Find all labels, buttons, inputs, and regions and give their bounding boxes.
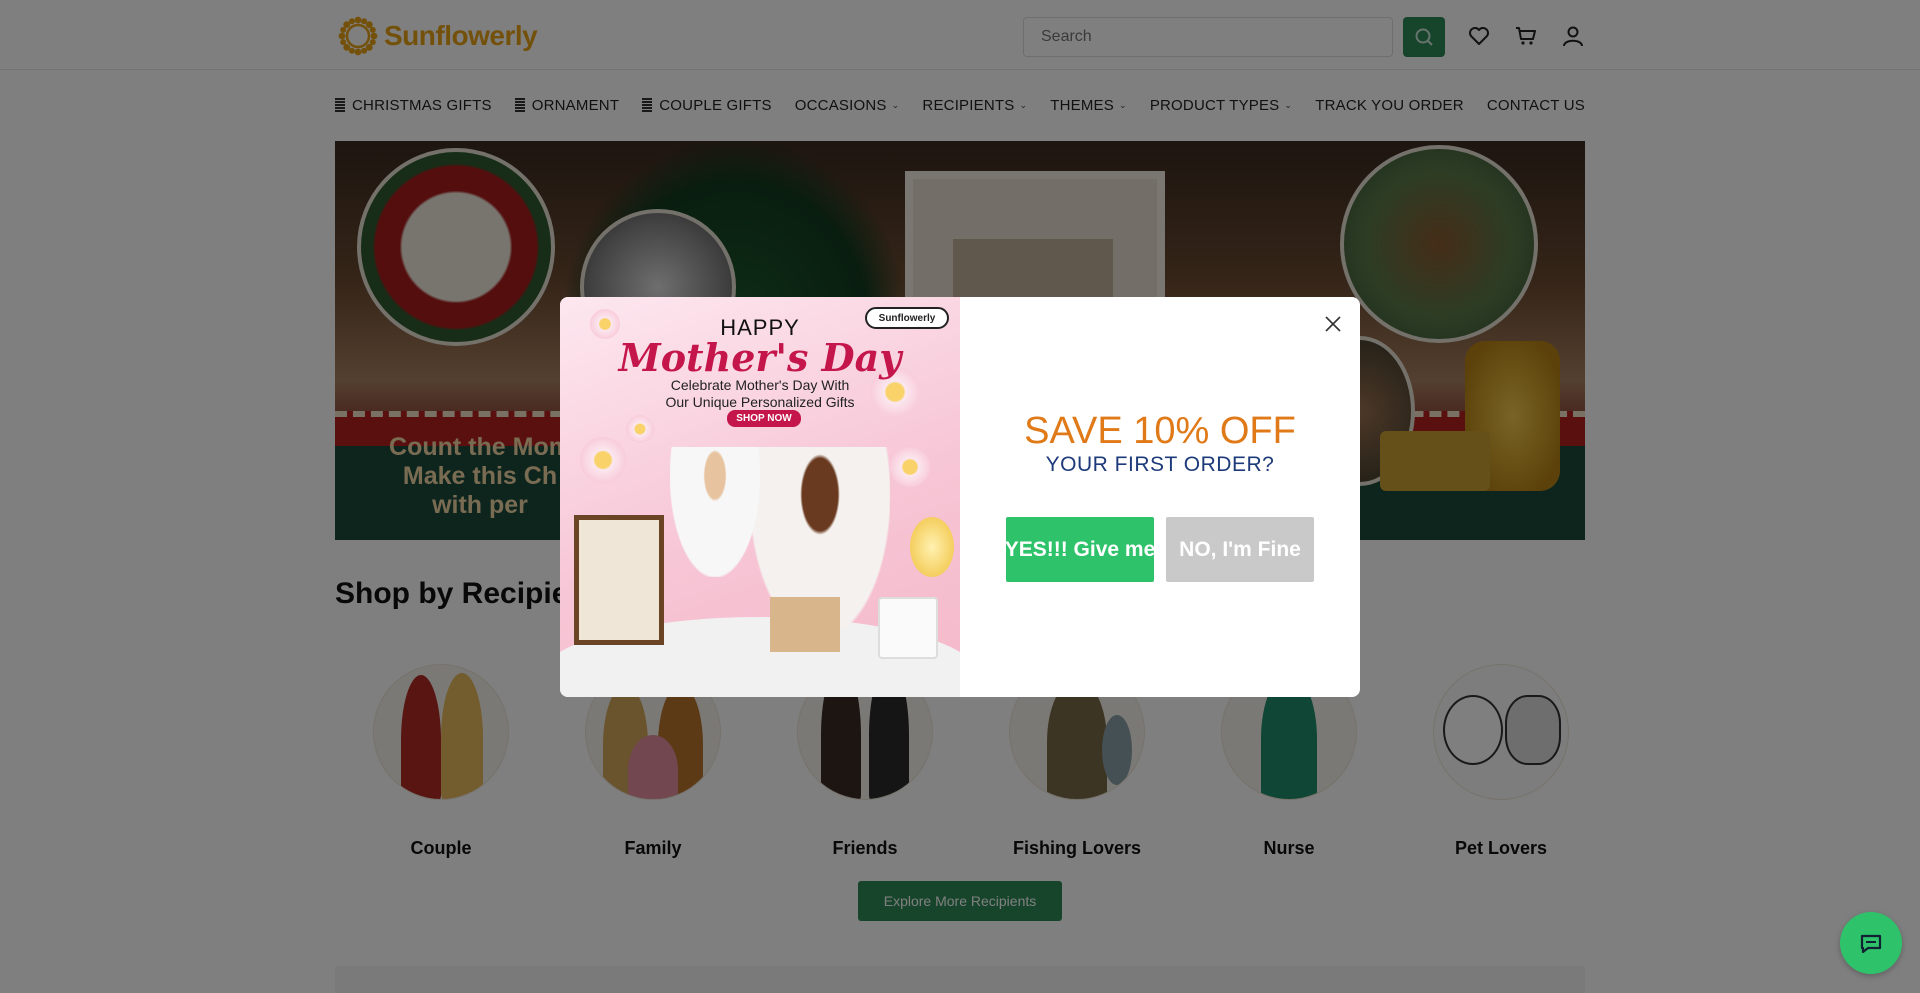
flower-decoration bbox=[890, 447, 930, 487]
flower-decoration bbox=[626, 415, 654, 443]
chat-button[interactable] bbox=[1840, 912, 1902, 974]
chat-icon bbox=[1860, 934, 1882, 954]
accept-offer-button[interactable]: YES!!! Give me bbox=[1006, 517, 1154, 582]
discount-popup: Sunflowerly HAPPY Mother's Day Celebrate… bbox=[560, 297, 1360, 697]
flower-decoration bbox=[580, 437, 626, 483]
close-icon bbox=[1325, 316, 1341, 332]
tulip-decoration bbox=[910, 517, 954, 577]
offer-title: SAVE 10% OFF bbox=[1024, 410, 1296, 452]
promo-shop-now: SHOP NOW bbox=[727, 410, 801, 427]
mothers-day-promo-image[interactable]: Sunflowerly HAPPY Mother's Day Celebrate… bbox=[560, 297, 960, 697]
offer-subtitle: YOUR FIRST ORDER? bbox=[1045, 453, 1275, 476]
mug-product-image bbox=[878, 597, 938, 659]
child-image bbox=[670, 447, 760, 577]
decline-offer-button[interactable]: NO, I'm Fine bbox=[1166, 517, 1314, 582]
promo-headline: Mother's Day bbox=[618, 335, 902, 380]
gift-box-image bbox=[770, 597, 840, 652]
frame-product-image bbox=[574, 515, 664, 645]
offer-panel bbox=[960, 297, 1360, 697]
promo-subtext: Celebrate Mother's Day With Our Unique P… bbox=[665, 377, 855, 410]
close-button[interactable] bbox=[1318, 309, 1348, 339]
